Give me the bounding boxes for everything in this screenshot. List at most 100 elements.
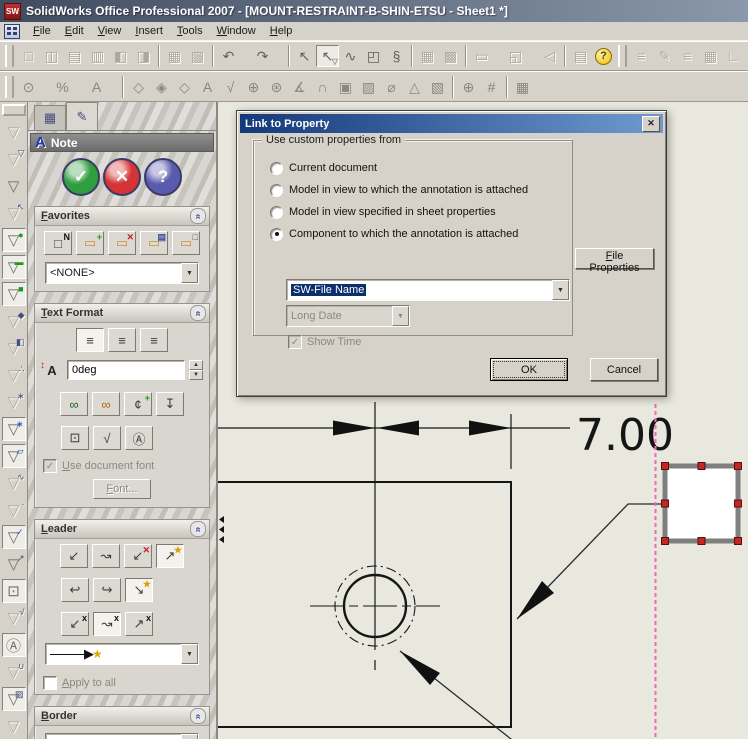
chevron-down-icon[interactable]: ▼ bbox=[181, 644, 198, 664]
bent-leader-icon[interactable]: ↝x bbox=[93, 612, 121, 636]
auto-leader-icon[interactable]: ↗★ bbox=[156, 544, 184, 568]
cancel-button[interactable]: Cancel bbox=[590, 358, 658, 381]
center-mark-icon[interactable]: ⊕ bbox=[457, 76, 480, 98]
menu-item[interactable]: Edit bbox=[58, 23, 91, 39]
menu-item[interactable]: Help bbox=[263, 23, 300, 39]
toolbar-button[interactable] bbox=[452, 76, 454, 98]
redo-icon[interactable]: ↷ bbox=[251, 45, 274, 67]
stack-note-icon[interactable]: √ bbox=[93, 426, 121, 450]
undo-icon[interactable]: ↶ bbox=[217, 45, 240, 67]
filter-notes-icon[interactable]: Ⓐ bbox=[2, 633, 26, 657]
collapse-chevron-icon[interactable]: « bbox=[190, 708, 206, 724]
titlebar[interactable]: SW SolidWorks Office Professional 2007 -… bbox=[0, 0, 748, 22]
menu-item[interactable]: View bbox=[91, 23, 129, 39]
save-favorite-icon[interactable]: ▭▤ bbox=[140, 231, 168, 255]
no-leader-icon[interactable]: ↙✕ bbox=[124, 544, 152, 568]
toolbar-button[interactable] bbox=[158, 45, 160, 67]
filter-annotations-icon[interactable]: ▽↗ bbox=[2, 552, 26, 576]
ok-button[interactable]: ✓ bbox=[62, 158, 100, 196]
chevron-down-icon[interactable]: ▼ bbox=[181, 263, 198, 283]
filter-vertices-icon[interactable]: ▽● bbox=[2, 228, 26, 252]
toolbar-button[interactable] bbox=[288, 45, 290, 67]
filter-balloons-icon[interactable]: ⊡ bbox=[2, 579, 26, 603]
bent-leader-left-icon[interactable]: ↩ bbox=[61, 578, 89, 602]
radio-option[interactable]: Model in view to which the annotation is… bbox=[270, 179, 566, 201]
balloon-icon[interactable]: ⊙ bbox=[17, 76, 40, 98]
balloon-item-icon[interactable]: ⊕ bbox=[242, 76, 265, 98]
filter-button[interactable] bbox=[2, 104, 26, 116]
chevron-down-icon[interactable]: ▼ bbox=[181, 734, 198, 739]
caution-symbol-icon[interactable]: △ bbox=[403, 76, 426, 98]
filter-select-icon[interactable]: ↖▽ bbox=[316, 45, 339, 67]
angle-input[interactable] bbox=[67, 360, 185, 380]
apply-to-all-checkbox[interactable] bbox=[43, 676, 57, 690]
load-favorite-icon[interactable]: ▭□ bbox=[172, 231, 200, 255]
toolbar-button[interactable] bbox=[274, 45, 285, 67]
edit-sheet-format-icon[interactable]: ◰ bbox=[362, 45, 385, 67]
collapse-chevron-icon[interactable]: « bbox=[190, 521, 206, 537]
filter-axes-icon[interactable]: ▽∗ bbox=[2, 417, 26, 441]
datum-target-icon[interactable]: ∡ bbox=[288, 76, 311, 98]
toolbar-button[interactable] bbox=[506, 76, 508, 98]
font-button[interactable]: Font... bbox=[93, 479, 151, 499]
menu-item[interactable]: Insert bbox=[128, 23, 170, 39]
text-box-icon[interactable]: Ⓐ bbox=[125, 426, 153, 450]
filter-combination-icon[interactable]: ▽ bbox=[2, 174, 26, 198]
link-to-property-icon[interactable]: ∞ bbox=[92, 392, 120, 416]
toolbar-button[interactable] bbox=[618, 45, 627, 67]
leader-icon[interactable]: ↙ bbox=[60, 544, 88, 568]
filter-dimensions-icon[interactable]: ▽✓ bbox=[2, 525, 26, 549]
menu-item[interactable]: File bbox=[26, 23, 58, 39]
align-right-icon[interactable]: ≡ bbox=[140, 328, 168, 352]
spell-checker-icon[interactable]: √ bbox=[219, 76, 242, 98]
cancel-button[interactable]: ✕ bbox=[103, 158, 141, 196]
tab-property-manager[interactable]: ✎ bbox=[66, 102, 98, 130]
weld-symbol-icon[interactable]: ◈ bbox=[150, 76, 173, 98]
chevron-down-icon[interactable]: ▼ bbox=[552, 280, 569, 300]
bent-leader-right-icon[interactable]: ↪ bbox=[93, 578, 121, 602]
toolbar-button[interactable] bbox=[5, 76, 14, 98]
use-document-font-checkbox[interactable] bbox=[43, 459, 57, 473]
border-style-dropdown[interactable]: None ▼ bbox=[45, 733, 199, 739]
attach-icon[interactable]: § bbox=[385, 45, 408, 67]
file-properties-button[interactable]: File Properties bbox=[575, 248, 654, 269]
add-favorite-icon[interactable]: ▭+ bbox=[76, 231, 104, 255]
balloon-style-icon[interactable]: ⊡ bbox=[61, 426, 89, 450]
angle-stepper[interactable]: ▲▼ bbox=[189, 360, 203, 380]
toolbar-button[interactable] bbox=[534, 76, 545, 98]
dialog-titlebar[interactable]: Link to Property ✕ bbox=[240, 114, 663, 133]
toolbar-button[interactable] bbox=[527, 45, 538, 67]
delete-favorite-icon[interactable]: ▭✕ bbox=[108, 231, 136, 255]
hole-callout-icon[interactable]: ⌀ bbox=[380, 76, 403, 98]
insert-hyperlink-icon[interactable]: ∞ bbox=[60, 392, 88, 416]
select-icon[interactable]: ↖ bbox=[293, 45, 316, 67]
collapse-chevron-icon[interactable]: « bbox=[190, 208, 206, 224]
align-left-icon[interactable]: ≡ bbox=[76, 328, 104, 352]
datum-feature-icon[interactable]: ◇ bbox=[173, 76, 196, 98]
filter-hatch-icon[interactable]: ▽▨ bbox=[2, 687, 26, 711]
toolbar-button[interactable] bbox=[5, 45, 14, 67]
multi-jog-leader-icon[interactable]: ↝ bbox=[92, 544, 120, 568]
filter-planes-icon[interactable]: ▽▱ bbox=[2, 444, 26, 468]
ok-button[interactable]: OK bbox=[490, 358, 568, 381]
toolbar-button[interactable] bbox=[564, 45, 566, 67]
toolbar-button[interactable] bbox=[74, 76, 85, 98]
block-icon[interactable]: ▨ bbox=[357, 76, 380, 98]
lock-note-icon[interactable]: ↧ bbox=[156, 392, 184, 416]
area-hatch-icon[interactable]: ▧ bbox=[426, 76, 449, 98]
underlined-leader-icon[interactable]: ↗x bbox=[125, 612, 153, 636]
tab-feature-manager[interactable]: ▦ bbox=[34, 105, 66, 130]
property-name-dropdown[interactable]: SW-File Name ▼ bbox=[286, 279, 570, 301]
format-painter-icon[interactable]: A bbox=[85, 76, 108, 98]
dowel-pin-symbol-icon[interactable]: ∩ bbox=[311, 76, 334, 98]
toolbar-button[interactable] bbox=[465, 45, 467, 67]
toolbar-button[interactable] bbox=[212, 45, 214, 67]
filter-edges-icon[interactable]: ▽▬ bbox=[2, 255, 26, 279]
toolbar-button[interactable] bbox=[240, 45, 251, 67]
align-center-icon[interactable]: ≡ bbox=[108, 328, 136, 352]
note-icon[interactable]: A bbox=[196, 76, 219, 98]
toolbar-button[interactable] bbox=[493, 45, 504, 67]
menu-item[interactable]: Window bbox=[210, 23, 263, 39]
auto-balloon-icon[interactable]: ⊛ bbox=[265, 76, 288, 98]
help-icon[interactable]: ? bbox=[592, 45, 615, 67]
